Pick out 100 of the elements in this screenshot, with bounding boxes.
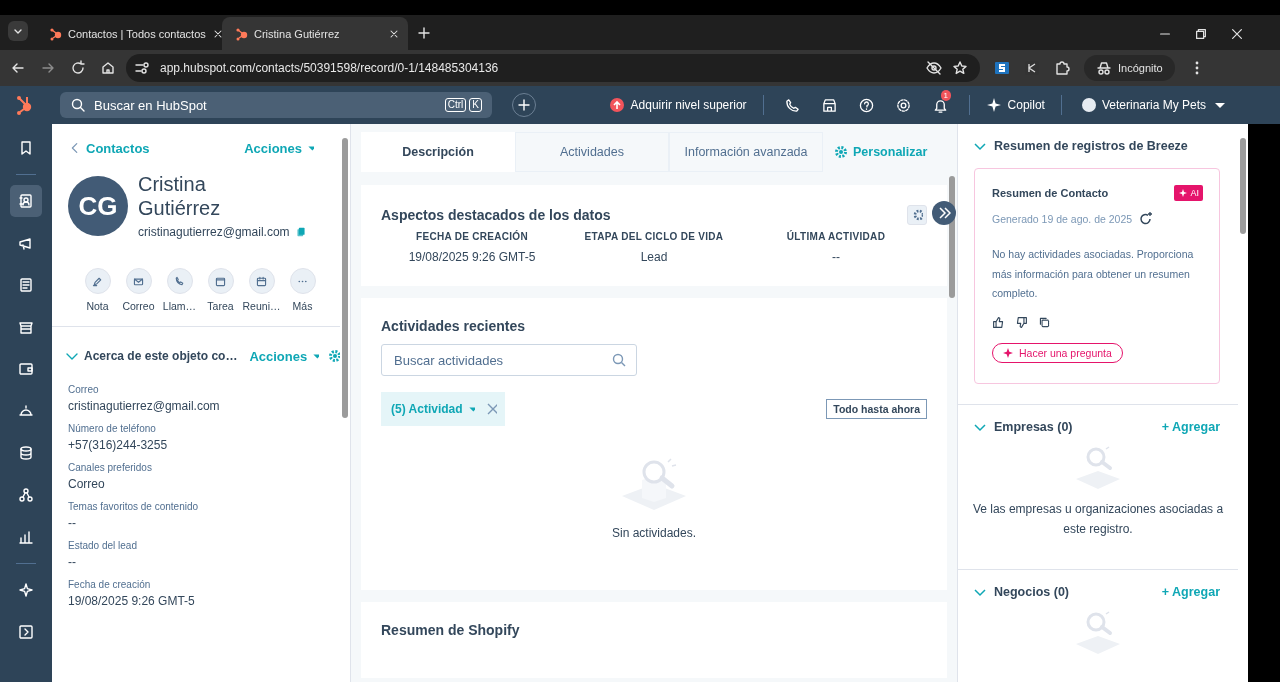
marketplace-icon[interactable] [821, 97, 837, 113]
browser-tab[interactable]: Contactos | Todos contactos [36, 17, 222, 50]
section-title: Negocios (0) [994, 584, 1069, 599]
highlight-label: ÚLTIMA ACTIVIDAD [786, 231, 886, 242]
back-link[interactable]: Contactos [68, 140, 150, 156]
record-tab[interactable]: Actividades [515, 132, 669, 172]
address-bar[interactable]: app.hubspot.com/contacts/50391598/record/0-1/148485304136 [126, 54, 980, 82]
generated-date: Generado 19 de ago. de 2025 [992, 213, 1133, 225]
record-tab[interactable]: Información avanzada [669, 132, 823, 172]
sparkle-icon [1003, 347, 1013, 358]
search-field[interactable]: Buscar actividades [381, 344, 637, 376]
add-link[interactable]: + Agregar [1161, 419, 1220, 434]
tab-title: Contactos | Todos contactos [68, 27, 206, 40]
extension-icon[interactable] [994, 60, 1010, 76]
field-label: Canales preferidos [68, 462, 153, 473]
highlight-label: FECHA DE CREACIÓN [416, 231, 528, 242]
double-chevron-icon [937, 205, 951, 221]
upgrade-icon [608, 97, 625, 113]
notifications-icon[interactable] [932, 97, 948, 113]
quick-action-label: Llam… [162, 300, 197, 312]
upgrade-link[interactable]: Adquirir nivel superior [608, 97, 747, 113]
quick-action-button[interactable] [84, 268, 111, 294]
highlight-value: -- [832, 250, 840, 264]
highlight-label: ETAPA DEL CICLO DE VIDA [584, 231, 724, 242]
empty-state-text: Sin actividades. [611, 526, 696, 540]
contact-email: cristinagutierrez@gmail.com [138, 225, 290, 239]
avatar: CG [68, 176, 128, 236]
sparkle-icon [18, 582, 34, 598]
phone-icon[interactable] [784, 97, 800, 113]
settings-icon [911, 207, 923, 223]
highlight-value: 19/08/2025 9:26 GMT-5 [408, 250, 536, 264]
settings-icon[interactable] [895, 97, 911, 113]
quick-action-button[interactable] [207, 268, 234, 294]
section-title: Empresas (0) [994, 419, 1073, 434]
card-title: Aspectos destacados de los datos [381, 207, 611, 223]
key-hint: Ctrl [444, 98, 467, 112]
customize-link[interactable]: Personalizar [833, 144, 928, 160]
puzzle-icon[interactable] [1054, 60, 1070, 76]
thumbs-up-icon[interactable] [992, 315, 1005, 329]
copy-icon[interactable] [1038, 315, 1051, 329]
eye-off-icon[interactable] [926, 60, 942, 76]
quick-action-button[interactable] [248, 268, 275, 294]
calendar-icon [255, 274, 268, 288]
help-icon[interactable] [858, 97, 874, 113]
quick-action-button[interactable] [125, 268, 152, 294]
section-title: Acerca de este objeto co… [84, 349, 238, 363]
summary-text: No hay actividades asociadas. Proporciona más información para obtener un resumen completo. [992, 247, 1195, 301]
quick-action-button[interactable] [166, 268, 193, 294]
site-settings-icon [134, 60, 150, 76]
service-bell-icon [18, 403, 34, 419]
field-label: Estado del lead [68, 540, 138, 551]
close-icon[interactable] [1230, 27, 1244, 41]
star-icon[interactable] [952, 60, 968, 76]
home-icon[interactable] [100, 60, 116, 76]
card-title: Resumen de Shopify [381, 622, 521, 638]
megaphone-icon [18, 235, 34, 251]
ask-question-button[interactable]: Hacer una pregunta [992, 342, 1123, 363]
reload-icon[interactable] [70, 60, 86, 76]
field-value: -- [68, 516, 77, 530]
browser-tab[interactable]: Cristina Gutiérrez [222, 17, 408, 50]
quick-action-label: Nota [86, 300, 109, 312]
scrollbar[interactable] [342, 138, 348, 418]
actions-menu[interactable]: Acciones [249, 348, 320, 364]
search-icon [70, 97, 86, 113]
date-range-button[interactable]: Todo hasta ahora [826, 399, 927, 419]
card-title: Resumen de Contacto [992, 187, 1109, 199]
scrollbar[interactable] [1240, 138, 1246, 234]
field-value: +57(316)244-3255 [68, 438, 169, 452]
bar-chart-icon [18, 529, 34, 545]
settings-icon [833, 144, 847, 160]
store-icon [18, 319, 34, 335]
restore-icon[interactable] [1194, 27, 1208, 41]
field-label: Correo [68, 384, 100, 395]
contacts-icon [18, 193, 34, 209]
actions-menu[interactable]: Acciones [244, 140, 314, 156]
field-value: 19/08/2025 9:26 GMT-5 [68, 594, 196, 608]
wallet-icon [18, 361, 34, 377]
bookmark-icon [18, 140, 34, 156]
regenerate-icon[interactable] [1138, 211, 1155, 227]
thumbs-down-icon[interactable] [1015, 315, 1028, 329]
nav-item[interactable] [10, 185, 42, 217]
quick-action-label: Correo [122, 300, 155, 312]
settings-button[interactable] [907, 205, 927, 225]
sprocket-icon[interactable] [14, 94, 34, 116]
expand-icon [18, 624, 34, 640]
document-icon [18, 277, 34, 293]
add-link[interactable]: + Agregar [1161, 584, 1220, 599]
dropdown-icon[interactable] [8, 21, 28, 41]
copilot-button[interactable]: Copilot [985, 97, 1045, 113]
field-label: Temas favoritos de contenido [68, 501, 200, 512]
incognito-button[interactable]: Incógnito [1084, 55, 1175, 81]
database-icon [18, 445, 34, 461]
filter-chip[interactable]: (5) Actividad [381, 392, 505, 426]
ai-badge: AI [1174, 185, 1203, 201]
url-text: app.hubspot.com/contacts/50391598/record/0-1/148485304136 [160, 61, 499, 75]
new-tab-icon[interactable] [416, 25, 432, 41]
highlight-value: Lead [640, 250, 668, 264]
card-title: Actividades recientes [381, 318, 526, 334]
record-tab[interactable]: Descripción [361, 132, 515, 172]
account-menu[interactable]: Veterinaria My Pets [1081, 97, 1228, 113]
